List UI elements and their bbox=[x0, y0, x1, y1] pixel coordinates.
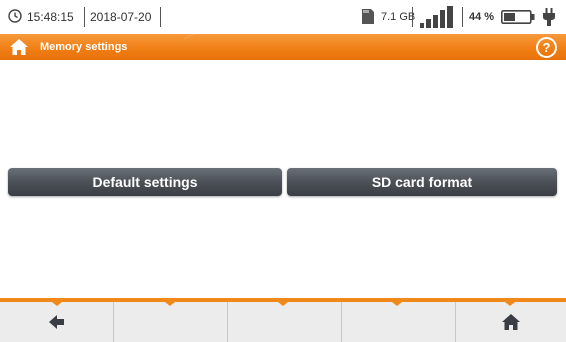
bottom-toolbar bbox=[0, 298, 566, 342]
toolbar-slot-3[interactable] bbox=[228, 302, 342, 342]
page-title: Memory settings bbox=[40, 41, 128, 53]
toolbar-slot-2[interactable] bbox=[114, 302, 228, 342]
signal-icon bbox=[420, 6, 453, 28]
home-icon bbox=[502, 314, 520, 330]
status-separator bbox=[462, 7, 463, 27]
title-bar: Memory settings ? bbox=[0, 34, 566, 60]
back-button[interactable] bbox=[0, 302, 114, 342]
title-decoration bbox=[180, 34, 566, 60]
status-bar: 15:48:15 2018-07-20 7.1 GB 44 % bbox=[0, 0, 566, 34]
default-settings-button[interactable]: Default settings bbox=[8, 168, 282, 196]
battery-percent: 44 % bbox=[469, 11, 495, 23]
clock-icon bbox=[8, 9, 22, 23]
battery-icon bbox=[501, 10, 535, 24]
sd-card-icon bbox=[362, 9, 374, 24]
toolbar-slot-4[interactable] bbox=[342, 302, 456, 342]
storage-free: 7.1 GB bbox=[381, 11, 416, 23]
status-separator bbox=[84, 7, 85, 27]
plug-icon bbox=[543, 8, 555, 26]
home-icon[interactable] bbox=[9, 38, 29, 56]
status-separator bbox=[412, 7, 413, 27]
status-time: 15:48:15 bbox=[27, 10, 74, 24]
back-arrow-icon bbox=[48, 315, 64, 329]
status-separator bbox=[160, 7, 161, 27]
help-icon[interactable]: ? bbox=[536, 37, 557, 58]
status-date: 2018-07-20 bbox=[90, 10, 152, 24]
home-button[interactable] bbox=[456, 302, 566, 342]
sd-card-format-button[interactable]: SD card format bbox=[287, 168, 557, 196]
